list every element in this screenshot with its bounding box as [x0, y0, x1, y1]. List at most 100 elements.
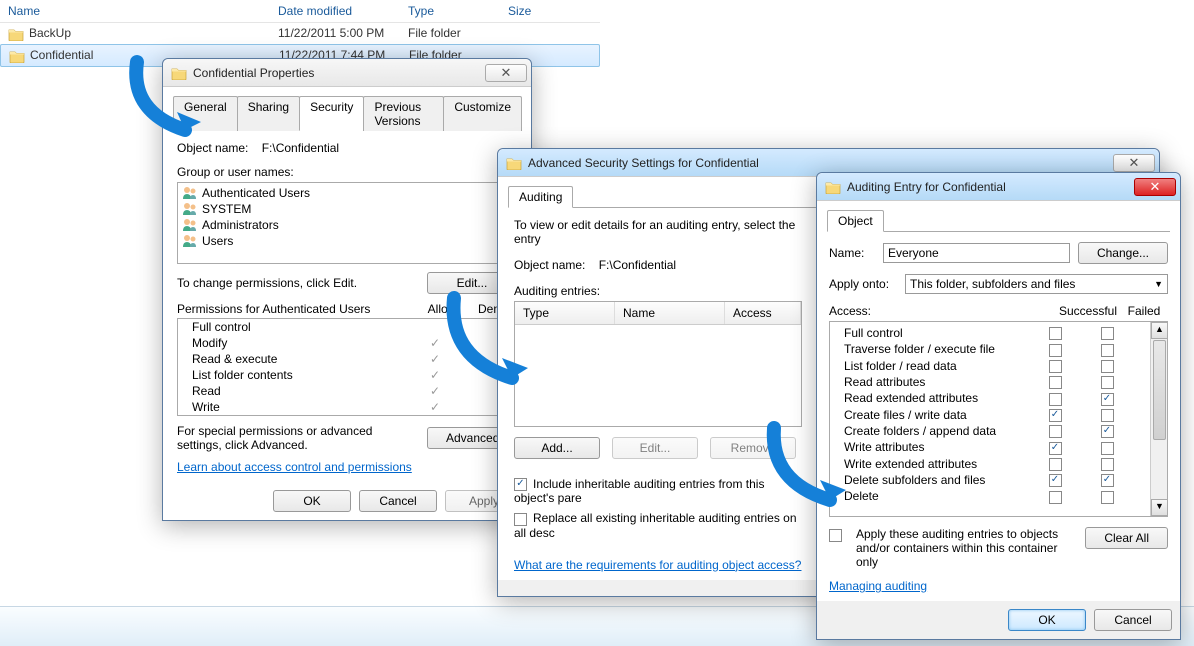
failed-checkbox[interactable] — [1101, 491, 1114, 504]
successful-checkbox[interactable] — [1049, 425, 1062, 438]
apply-entries-checkbox[interactable] — [829, 529, 842, 542]
successful-checkbox[interactable] — [1049, 360, 1062, 373]
successful-checkbox[interactable] — [1049, 491, 1062, 504]
close-button[interactable]: ✕ — [485, 64, 527, 82]
users-icon — [182, 185, 198, 201]
include-label: Include inheritable auditing entries fro… — [514, 477, 764, 505]
learn-link[interactable]: Learn about access control and permissio… — [177, 460, 412, 474]
group-item[interactable]: Authenticated Users — [180, 185, 514, 201]
col-type[interactable]: Type — [515, 302, 615, 324]
group-item[interactable]: SYSTEM — [180, 201, 514, 217]
permission-label: Read & execute — [192, 352, 410, 366]
failed-checkbox[interactable]: ✓ — [1101, 474, 1114, 487]
successful-checkbox[interactable]: ✓ — [1049, 409, 1062, 422]
col-name[interactable]: Name — [615, 302, 725, 324]
scroll-up-button[interactable]: ▲ — [1151, 322, 1168, 339]
col-name[interactable]: Name — [0, 2, 270, 20]
col-date[interactable]: Date modified — [270, 2, 400, 20]
add-button[interactable]: Add... — [514, 437, 600, 459]
failed-checkbox[interactable] — [1101, 409, 1114, 422]
successful-checkbox[interactable] — [1049, 458, 1062, 471]
explorer-row[interactable]: BackUp 11/22/2011 5:00 PM File folder — [0, 23, 600, 44]
replace-label: Replace all existing inheritable auditin… — [514, 511, 797, 539]
failed-checkbox[interactable] — [1101, 376, 1114, 389]
cancel-button[interactable]: Cancel — [359, 490, 437, 512]
successful-checkbox[interactable] — [1049, 344, 1062, 357]
requirements-link[interactable]: What are the requirements for auditing o… — [514, 558, 801, 572]
tab-auditing[interactable]: Auditing — [508, 186, 573, 208]
col-size[interactable]: Size — [500, 2, 580, 20]
clear-all-button[interactable]: Clear All — [1085, 527, 1168, 549]
name-input[interactable] — [883, 243, 1070, 263]
object-path: F:\Confidential — [599, 258, 676, 272]
close-button[interactable]: ✕ — [1113, 154, 1155, 172]
col-access[interactable]: Access — [725, 302, 801, 324]
access-label: Full control — [844, 326, 1032, 340]
access-label: Read extended attributes — [844, 391, 1032, 405]
failed-checkbox[interactable] — [1101, 327, 1114, 340]
failed-checkbox[interactable] — [1101, 458, 1114, 471]
group-item[interactable]: Users — [180, 233, 514, 249]
access-label: Create folders / append data — [844, 424, 1032, 438]
permissions-table: Full controlModify✓Read & execute✓List f… — [177, 318, 517, 416]
tab-customize[interactable]: Customize — [443, 96, 522, 131]
auditing-list[interactable]: Type Name Access — [514, 301, 802, 427]
access-row: Full control — [830, 325, 1150, 341]
close-button[interactable]: ✕ — [1134, 178, 1176, 196]
dialog-title: Auditing Entry for Confidential — [847, 180, 1006, 194]
successful-checkbox[interactable]: ✓ — [1049, 442, 1062, 455]
include-checkbox[interactable]: ✓ — [514, 478, 527, 491]
successful-checkbox[interactable] — [1049, 393, 1062, 406]
group-list[interactable]: Authenticated Users SYSTEM Administrator… — [177, 182, 517, 264]
access-row: Delete subfolders and files ✓ ✓ — [830, 472, 1150, 488]
tab-general[interactable]: General — [173, 96, 238, 131]
ok-button[interactable]: OK — [273, 490, 351, 512]
col-type[interactable]: Type — [400, 2, 500, 20]
failed-checkbox[interactable]: ✓ — [1101, 393, 1114, 406]
access-row: Write attributes ✓ — [830, 439, 1150, 455]
failed-checkbox[interactable] — [1101, 360, 1114, 373]
scroll-thumb[interactable] — [1153, 340, 1166, 440]
successful-checkbox[interactable] — [1049, 327, 1062, 340]
scrollbar[interactable]: ▲ ▼ — [1150, 322, 1167, 516]
successful-checkbox[interactable]: ✓ — [1049, 474, 1062, 487]
failed-checkbox[interactable] — [1101, 442, 1114, 455]
dialog-title: Confidential Properties — [193, 66, 314, 80]
tab-sharing[interactable]: Sharing — [237, 96, 300, 131]
folder-icon — [171, 66, 187, 80]
permission-label: Write — [192, 400, 410, 414]
object-path: F:\Confidential — [262, 141, 339, 155]
permission-row: Read & execute✓ — [178, 351, 516, 367]
change-button[interactable]: Change... — [1078, 242, 1168, 264]
access-row: Write extended attributes — [830, 456, 1150, 472]
tab-security[interactable]: Security — [299, 96, 364, 131]
scroll-down-button[interactable]: ▼ — [1151, 499, 1168, 516]
titlebar[interactable]: Auditing Entry for Confidential ✕ — [817, 173, 1180, 201]
apply-onto-label: Apply onto: — [829, 277, 897, 291]
tab-previous-versions[interactable]: Previous Versions — [363, 96, 444, 131]
apply-onto-select[interactable]: This folder, subfolders and files ▼ — [905, 274, 1168, 294]
managing-auditing-link[interactable]: Managing auditing — [829, 579, 927, 593]
apply-entries-label: Apply these auditing entries to objects … — [856, 527, 1077, 569]
edit-button[interactable]: Edit... — [612, 437, 698, 459]
replace-checkbox[interactable] — [514, 513, 527, 526]
cancel-button[interactable]: Cancel — [1094, 609, 1172, 631]
group-item[interactable]: Administrators — [180, 217, 514, 233]
successful-checkbox[interactable] — [1049, 376, 1062, 389]
permission-row: Read✓ — [178, 383, 516, 399]
remove-button[interactable]: Remove — [710, 437, 796, 459]
ok-button[interactable]: OK — [1008, 609, 1086, 631]
auditing-entry-dialog: Auditing Entry for Confidential ✕ Object… — [816, 172, 1181, 640]
access-label: Traverse folder / execute file — [844, 342, 1032, 356]
titlebar[interactable]: Confidential Properties ✕ — [163, 59, 531, 87]
access-label: Read attributes — [844, 375, 1032, 389]
failed-checkbox[interactable] — [1101, 344, 1114, 357]
chevron-down-icon: ▼ — [1154, 279, 1163, 289]
access-label: Delete subfolders and files — [844, 473, 1032, 487]
auditing-entries-label: Auditing entries: — [514, 284, 802, 298]
failed-checkbox[interactable]: ✓ — [1101, 425, 1114, 438]
intro-text: To view or edit details for an auditing … — [514, 218, 802, 246]
access-label: Create files / write data — [844, 408, 1032, 422]
allow-check-icon: ✓ — [410, 368, 460, 382]
tab-object[interactable]: Object — [827, 210, 884, 232]
